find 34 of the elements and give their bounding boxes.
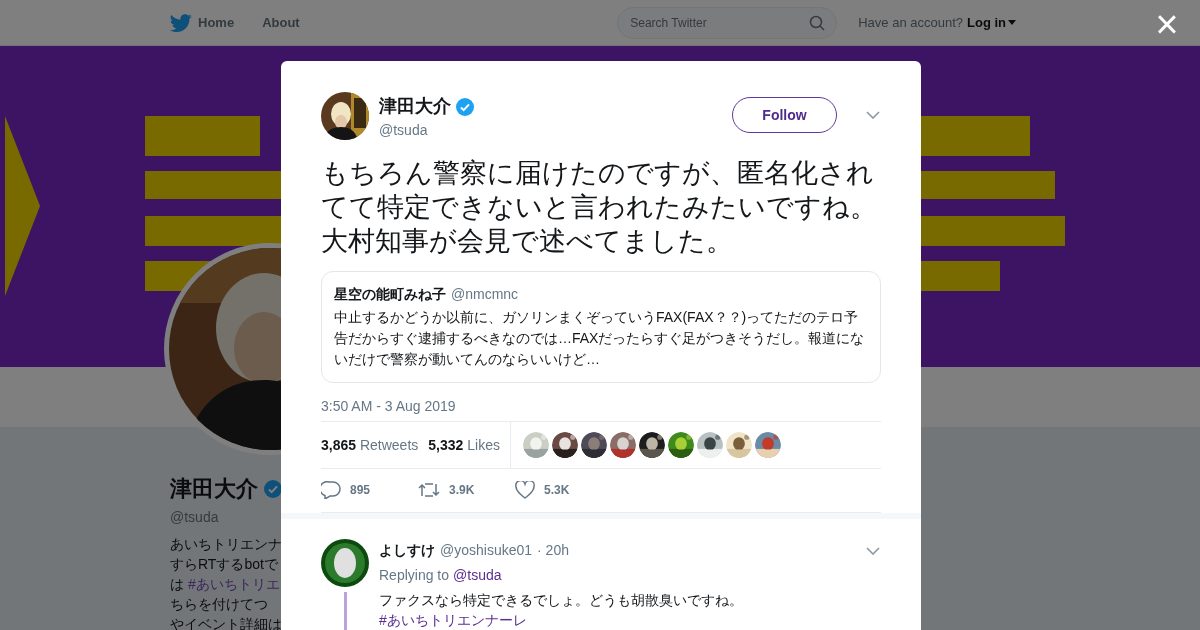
- action-count: 3.9K: [449, 481, 475, 499]
- bird-icon: [170, 12, 192, 33]
- mention-link[interactable]: @tsuda: [453, 565, 502, 586]
- bio-text: すらRTするbotで: [170, 555, 278, 574]
- search-icon[interactable]: [809, 14, 826, 31]
- close-button[interactable]: ×: [1150, 4, 1184, 44]
- action-count: 895: [350, 481, 371, 499]
- bio-text: あいちトリエンナ: [170, 535, 282, 554]
- profile-handle: @tsuda: [170, 508, 220, 527]
- nav-link[interactable]: Home: [170, 12, 235, 33]
- reply-time[interactable]: · 20h: [537, 540, 569, 561]
- profile-name: 津田大介: [170, 475, 258, 503]
- replying-to-label: Replying to: [379, 566, 450, 585]
- retweet-icon[interactable]: [418, 481, 440, 498]
- bio-text: は: [170, 575, 184, 594]
- bio-text: ちらを付けてつ: [170, 595, 268, 614]
- hashtag-link[interactable]: #あいちトリエ: [188, 574, 280, 594]
- search-field[interactable]: Search Twitter: [617, 6, 838, 39]
- heart-icon[interactable]: [515, 480, 535, 499]
- tweet-timestamp[interactable]: 3:50 AM - 3 Aug 2019: [321, 396, 881, 417]
- reply-text: ファクスなら特定できるでしょ。どうも胡散臭いですね。: [379, 591, 744, 610]
- account-prompt: Have an account?: [858, 13, 963, 32]
- reply-author-name[interactable]: よしすけ: [379, 540, 435, 561]
- reply-icon[interactable]: [321, 480, 341, 499]
- chevron-down-icon[interactable]: [866, 546, 880, 555]
- login-link[interactable]: Log in: [967, 12, 1016, 33]
- nav-link[interactable]: About: [262, 12, 300, 33]
- reply-author-handle[interactable]: @yoshisuke01: [440, 540, 533, 561]
- action-count: 5.3K: [544, 481, 570, 499]
- likes-count[interactable]: 5,332 Likes: [428, 434, 500, 456]
- caret-icon: [1008, 20, 1016, 25]
- thread-line: [343, 592, 347, 630]
- retweets-count[interactable]: 3,865 Retweets: [321, 434, 419, 456]
- hashtag-link[interactable]: #あいちトリエンナーレ: [379, 610, 881, 630]
